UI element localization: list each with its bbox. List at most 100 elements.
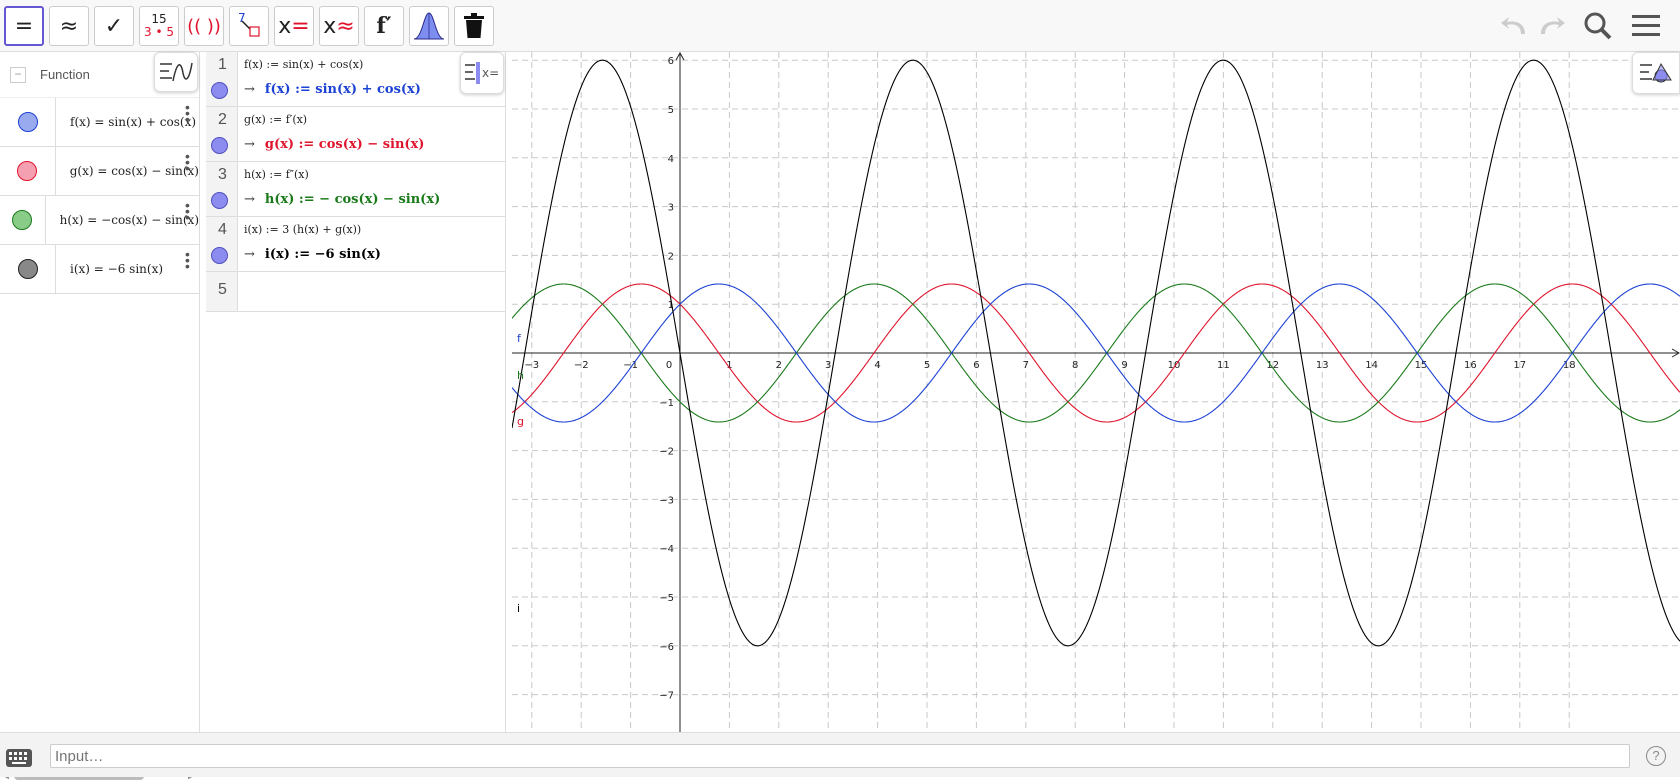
y-tick-labels: 654321−1−2−3−4−5−6−7 [659, 56, 674, 701]
algebra-style-bar-button[interactable] [154, 52, 198, 92]
input-field[interactable] [50, 744, 1630, 768]
redo-button[interactable] [1534, 8, 1570, 44]
x-tick-label: 8 [1072, 360, 1078, 371]
cas-visibility-dot[interactable] [211, 192, 228, 209]
visibility-marble-i[interactable] [17, 259, 38, 279]
solve-numeric-tool[interactable]: x ≈ [319, 6, 359, 46]
y-tick-label: −4 [659, 544, 674, 555]
algebra-item-g[interactable]: g(x) = cos(x) − sin(x) • • • [0, 147, 199, 196]
x-tick-label: 16 [1464, 360, 1477, 371]
cas-visibility-dot[interactable] [211, 82, 228, 99]
cas-style-icon: x= [465, 62, 499, 84]
curve-label-f: f [517, 332, 522, 345]
curve-labels: f h g i [517, 332, 524, 615]
algebra-expression[interactable]: g(x) = cos(x) − sin(x) [56, 164, 199, 178]
cas-row-3[interactable]: 3 h(x) := f″(x) → h(x) := − cos(x) − sin(… [206, 162, 505, 217]
menu-button[interactable] [1628, 8, 1664, 44]
cas-row-number: 5 [218, 281, 227, 298]
graph-style-icon [160, 62, 193, 82]
cas-output: → g(x) := cos(x) − sin(x) [244, 137, 424, 152]
substitute-tool[interactable]: 7 [229, 6, 269, 46]
more-options-icon[interactable]: • • • [185, 149, 190, 175]
cas-row-header: 4 [206, 217, 238, 271]
solve-tool[interactable]: x = [274, 6, 314, 46]
delete-tool[interactable] [454, 6, 494, 46]
x-tick-label: −3 [524, 360, 539, 371]
more-options-icon[interactable]: • • • [185, 247, 190, 273]
visibility-marble-f[interactable] [17, 112, 38, 132]
y-tick-label: −5 [659, 593, 674, 604]
factor-tool[interactable]: 15 3 • 5 [139, 6, 179, 46]
x-tick-labels: −4−3−2−10123456789101112131415161718 [524, 360, 1576, 371]
cas-input[interactable]: i(x) := 3 (h(x) + g(x)) [244, 223, 361, 236]
algebra-view: − Function f(x) = sin(x) + cos(x) • • • g(… [0, 52, 200, 780]
algebra-item-f[interactable]: f(x) = sin(x) + cos(x) • • • [0, 98, 199, 147]
more-options-icon[interactable]: • • • [185, 100, 190, 126]
function-plot[interactable]: −4−3−2−10123456789101112131415161718 654… [512, 52, 1680, 732]
keyboard-icon[interactable] [6, 749, 32, 767]
algebra-expression[interactable]: i(x) = −6 sin(x) [56, 262, 163, 276]
undo-button[interactable] [1496, 8, 1532, 44]
cas-output: → i(x) := −6 sin(x) [244, 247, 381, 262]
cas-input[interactable]: g(x) := f′(x) [244, 113, 307, 126]
derivative-tool[interactable]: f′ [364, 6, 404, 46]
redo-icon [1541, 17, 1565, 34]
algebra-expression[interactable]: f(x) = sin(x) + cos(x) [56, 115, 196, 129]
input-bar: ? [0, 732, 1680, 777]
cas-arrow: → [244, 82, 255, 97]
visibility-marble-h[interactable] [12, 210, 33, 230]
curve-label-i: i [517, 602, 520, 615]
x-tick-label: 2 [776, 360, 782, 371]
cas-input[interactable]: f(x) := sin(x) + cos(x) [244, 58, 363, 71]
more-options-icon[interactable]: • • • [185, 198, 190, 224]
numeric-tool[interactable]: ≈ [49, 6, 89, 46]
cas-row-number: 1 [218, 56, 227, 73]
trash-icon [464, 13, 484, 38]
cas-output: → f(x) := sin(x) + cos(x) [244, 82, 421, 97]
y-tick-label: 6 [668, 56, 674, 67]
cas-row-2[interactable]: 2 g(x) := f′(x) → g(x) := cos(x) − sin(x) [206, 107, 505, 162]
y-tick-label: −3 [659, 495, 674, 506]
cas-row-header: 5 [206, 272, 238, 311]
algebra-item-i[interactable]: i(x) = −6 sin(x) • • • [0, 245, 199, 294]
algebra-item-h[interactable]: h(x) = −cos(x) − sin(x) • • • [0, 196, 199, 245]
x-tick-label: −2 [574, 360, 589, 371]
expand-tool[interactable]: (( )) [184, 6, 224, 46]
x-tick-label: 9 [1121, 360, 1127, 371]
factor-bottom: 3 • 5 [144, 25, 174, 39]
x-tick-label: 18 [1563, 360, 1576, 371]
solve-accent: = [291, 13, 310, 39]
cas-input[interactable]: h(x) := f″(x) [244, 168, 309, 181]
search-button[interactable] [1580, 8, 1616, 44]
probability-tool[interactable] [409, 6, 449, 46]
evaluate-tool[interactable]: = [4, 6, 44, 46]
visibility-marble-g[interactable] [17, 161, 38, 181]
cas-row-number: 3 [218, 166, 227, 183]
cas-view: 1 f(x) := sin(x) + cos(x) → f(x) := sin(x… [206, 52, 506, 732]
cas-visibility-dot[interactable] [211, 137, 228, 154]
keep-input-tool[interactable]: ✓ [94, 6, 134, 46]
cas-output-text: h(x) := − cos(x) − sin(x) [264, 192, 441, 207]
hamburger-icon [1632, 15, 1660, 36]
collapse-toggle[interactable]: − [10, 66, 26, 83]
algebra-expression[interactable]: h(x) = −cos(x) − sin(x) [46, 213, 199, 227]
help-icon[interactable]: ? [1646, 746, 1666, 766]
cas-arrow: → [244, 137, 255, 152]
y-tick-label: −1 [659, 398, 674, 409]
y-tick-label: 3 [668, 203, 674, 214]
cas-visibility-dot[interactable] [211, 247, 228, 264]
graphics-style-icon [1640, 62, 1672, 83]
svg-text:x=: x= [482, 66, 499, 80]
graphics-view[interactable]: −4−3−2−10123456789101112131415161718 654… [512, 52, 1680, 732]
cas-row-4[interactable]: 4 i(x) := 3 (h(x) + g(x)) → i(x) := −6 si… [206, 217, 505, 272]
cas-row-5[interactable]: 5 [206, 272, 505, 312]
cas-style-bar-button[interactable]: x= [460, 52, 504, 94]
cas-arrow: → [244, 247, 255, 262]
y-tick-label: 5 [668, 105, 674, 116]
y-tick-label: −6 [659, 642, 674, 653]
marble-cell [0, 147, 56, 195]
grid [512, 52, 1680, 732]
graphics-style-bar-button[interactable] [1632, 52, 1680, 94]
substitute-top: 7 [238, 11, 246, 25]
x-tick-label: 14 [1365, 360, 1378, 371]
